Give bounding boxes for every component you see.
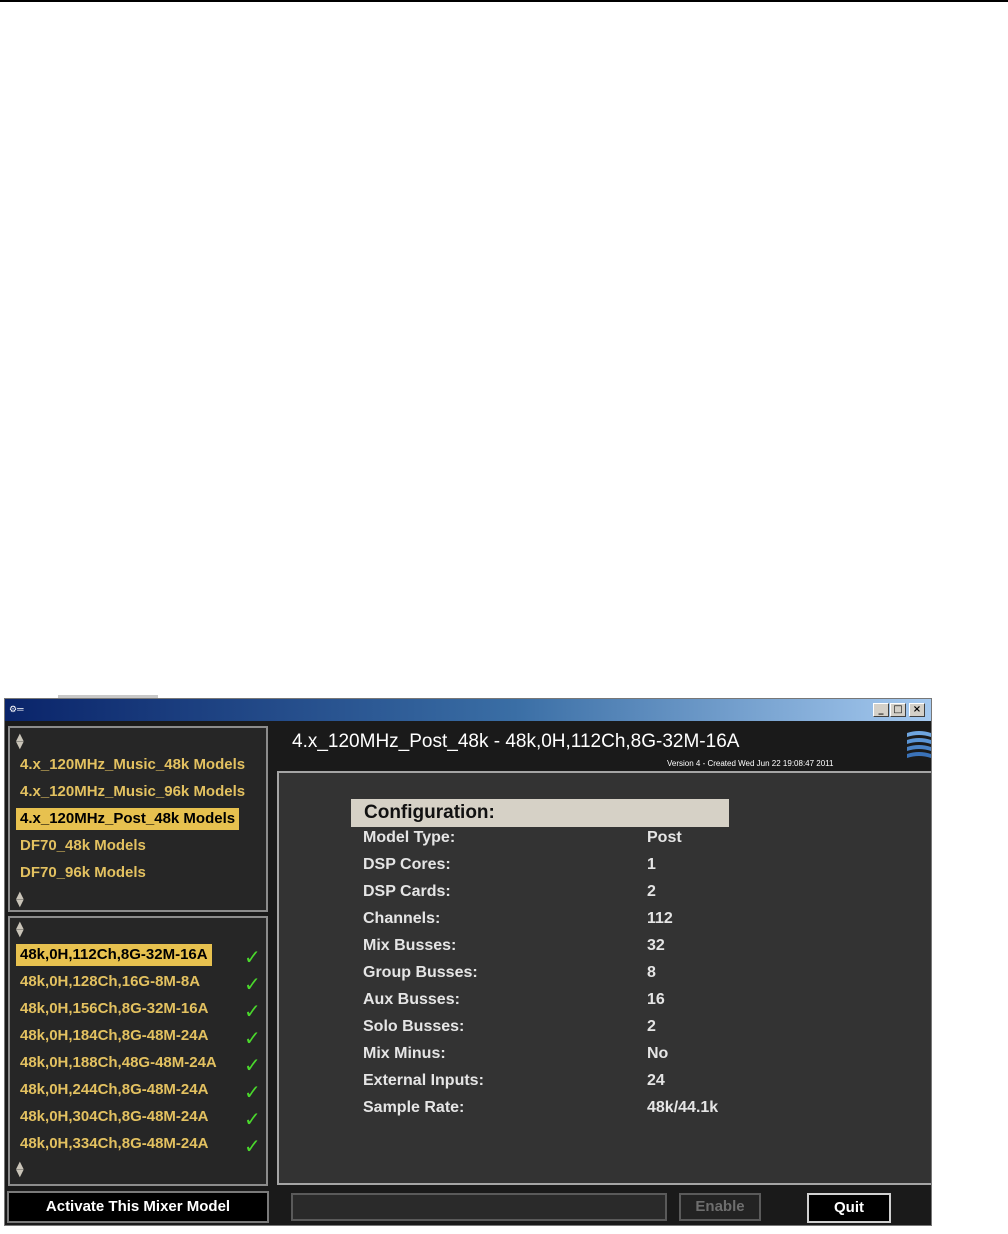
quit-button[interactable]: Quit [807,1193,891,1223]
config-label: Channels: [363,910,441,927]
mixer-model-item[interactable]: 48k,0H,156Ch,8G-32M-16A [16,998,212,1020]
activate-mixer-model-button[interactable]: Activate This Mixer Model [7,1191,269,1223]
close-button[interactable]: × [909,703,925,717]
mixer-model-item[interactable]: 48k,0H,184Ch,8G-48M-24A [16,1025,212,1047]
config-value: 2 [647,1018,656,1035]
configuration-panel: Configuration: Model Type: Post DSP Cores:… [277,771,931,1185]
maximize-button[interactable]: □ [890,703,906,717]
scroll-up-down-icon[interactable]: ▲ ▼ [16,733,24,751]
mixer-model-window: ⚙═ _ □ × ▲ ▼ 4.x_120MHz_Music_48k Models 4… [4,698,932,1226]
page-top-rule [0,0,1008,2]
config-value: 2 [647,883,656,900]
mixer-model-item[interactable]: 48k,0H,334Ch,8G-48M-24A [16,1133,212,1155]
configuration-heading: Configuration: [351,799,729,827]
status-field [291,1193,667,1221]
config-label: Sample Rate: [363,1099,465,1116]
app-icon: ⚙═ [9,704,24,714]
checkmark-icon: ✓ [244,1026,261,1050]
waves-logo-icon [905,729,931,761]
checkmark-icon: ✓ [244,1107,261,1131]
checkmark-icon: ✓ [244,999,261,1023]
enable-button[interactable]: Enable [679,1193,761,1221]
scroll-up-down-icon[interactable]: ▲ ▼ [16,891,24,909]
config-value: Post [647,829,682,846]
model-group-item[interactable]: 4.x_120MHz_Music_96k Models [16,781,249,803]
scroll-up-down-icon[interactable]: ▲ ▼ [16,1161,24,1179]
config-label: DSP Cards: [363,883,451,900]
model-group-item[interactable]: DF70_48k Models [16,835,150,857]
config-value: 16 [647,991,665,1008]
config-value: 32 [647,937,665,954]
config-value: 1 [647,856,656,873]
config-value: 8 [647,964,656,981]
checkmark-icon: ✓ [244,1053,261,1077]
config-label: Mix Minus: [363,1045,446,1062]
model-group-list[interactable]: ▲ ▼ 4.x_120MHz_Music_48k Models 4.x_120MHz… [8,726,268,912]
checkmark-icon: ✓ [244,1080,261,1104]
model-group-item[interactable]: DF70_96k Models [16,862,150,884]
mixer-model-item[interactable]: 48k,0H,244Ch,8G-48M-24A [16,1079,212,1101]
checkmark-icon: ✓ [244,945,261,969]
title-bar[interactable]: ⚙═ _ □ × [5,699,931,721]
config-label: Solo Busses: [363,1018,465,1035]
checkmark-icon: ✓ [244,972,261,996]
config-label: Aux Busses: [363,991,460,1008]
config-label: DSP Cores: [363,856,451,873]
config-label: Group Busses: [363,964,478,981]
mixer-model-item[interactable]: 48k,0H,188Ch,48G-48M-24A [16,1052,221,1074]
scroll-up-down-icon[interactable]: ▲ ▼ [16,921,24,939]
config-value: 24 [647,1072,665,1089]
version-info: Version 4 - Created Wed Jun 22 19:08:47 … [667,759,834,768]
checkmark-icon: ✓ [244,1134,261,1158]
config-label: Mix Busses: [363,937,457,954]
config-label: Model Type: [363,829,456,846]
config-value: 48k/44.1k [647,1099,719,1116]
selected-model-title: 4.x_120MHz_Post_48k - 48k,0H,112Ch,8G-32… [292,731,740,752]
config-value: No [647,1045,669,1062]
config-value: 112 [647,910,673,927]
minimize-button[interactable]: _ [873,703,889,717]
mixer-model-item[interactable]: 48k,0H,112Ch,8G-32M-16A [16,944,212,966]
mixer-model-list[interactable]: ▲ ▼ 48k,0H,112Ch,8G-32M-16A ✓ 48k,0H,128Ch,… [8,916,268,1186]
mixer-model-item[interactable]: 48k,0H,304Ch,8G-48M-24A [16,1106,212,1128]
mixer-model-item[interactable]: 48k,0H,128Ch,16G-8M-8A [16,971,204,993]
model-group-item[interactable]: 4.x_120MHz_Music_48k Models [16,754,249,776]
config-label: External Inputs: [363,1072,484,1089]
model-group-item[interactable]: 4.x_120MHz_Post_48k Models [16,808,240,830]
